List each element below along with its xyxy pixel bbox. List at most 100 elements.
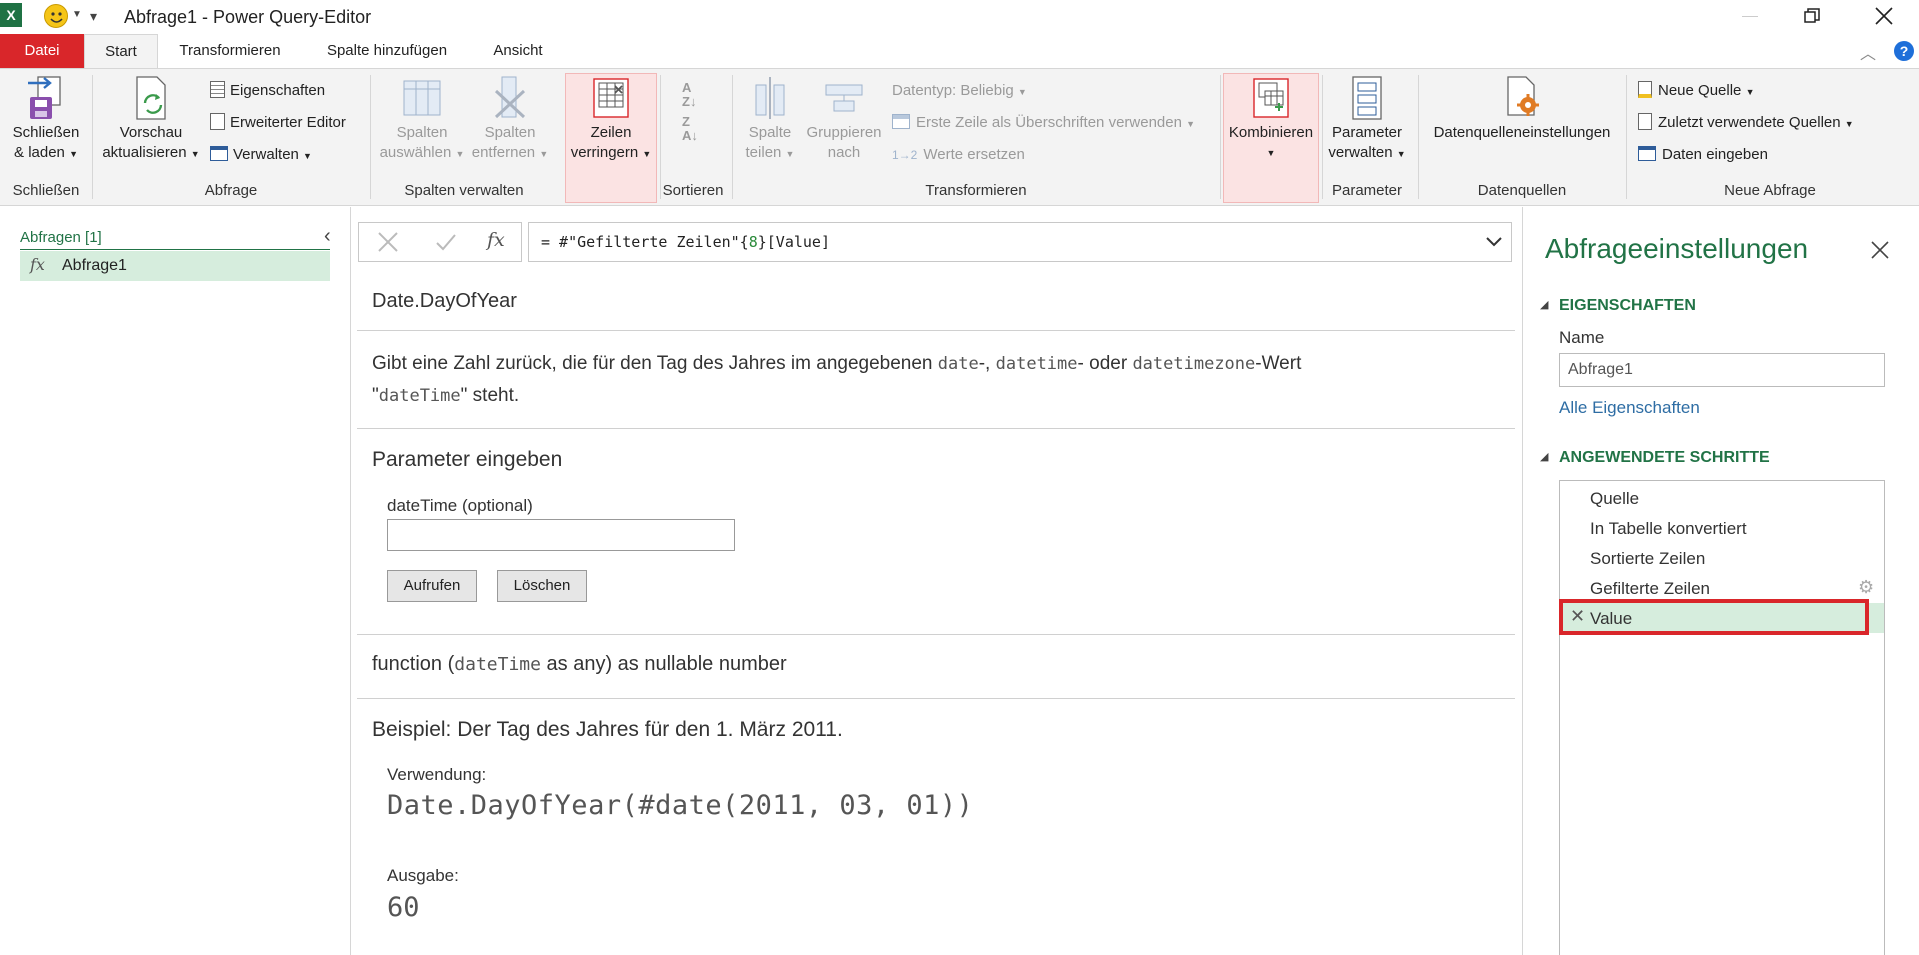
remove-columns-icon [494, 76, 526, 119]
data-type-dropdown[interactable]: Datentyp: Beliebig ▼ [892, 81, 1027, 102]
group-label-close: Schließen [12, 182, 80, 199]
all-properties-link[interactable]: Alle Eigenschaften [1559, 398, 1700, 418]
query-name-input[interactable] [1559, 353, 1885, 387]
help-icon[interactable]: ? [1894, 41, 1914, 61]
refresh-preview-line1: Vorschau [119, 124, 183, 141]
step-item[interactable]: Sortierte Zeilen [1560, 543, 1884, 573]
choose-columns-icon [403, 80, 441, 116]
collapse-ribbon-icon[interactable]: ︿ [1860, 40, 1876, 64]
recent-sources-icon [1638, 113, 1652, 130]
fx-insert-icon[interactable]: fx [487, 229, 505, 251]
chevron-down-icon[interactable]: ▼ [72, 9, 82, 20]
title-bar: X ▼ ▾ Abfrage1 - Power Query-Editor [0, 0, 1919, 34]
fx-icon: fx [30, 255, 45, 274]
group-by-line2: nach [827, 144, 861, 161]
remove-columns-line1: Spalten [484, 124, 536, 141]
usage-code: Date.DayOfYear(#date(2011, 03, 01)) [387, 790, 974, 821]
refresh-preview-button[interactable]: Vorschau aktualisieren ▼ [96, 73, 206, 164]
manage-parameters-button[interactable]: Parameter verwalten ▼ [1326, 73, 1408, 164]
invoke-button[interactable]: Aufrufen [387, 570, 477, 602]
combine-icon [1253, 78, 1289, 118]
remove-columns-button[interactable]: Spalten entfernen ▼ [470, 73, 550, 164]
queries-pane: Abfragen [1] ‹ fx Abfrage1 [0, 207, 351, 955]
separator [1418, 75, 1419, 199]
tab-add-column[interactable]: Spalte hinzufügen [312, 34, 462, 68]
step-item[interactable]: In Tabelle konvertiert [1560, 513, 1884, 543]
step-item[interactable]: Quelle [1560, 483, 1884, 513]
reduce-rows-line1: Zeilen [590, 124, 632, 141]
enter-data-button[interactable]: Daten eingeben [1638, 145, 1768, 165]
combine-button[interactable]: Kombinieren ▼ [1223, 75, 1319, 163]
cancel-formula-icon[interactable] [377, 231, 399, 257]
expand-formula-icon[interactable] [1485, 223, 1503, 275]
group-by-icon [825, 84, 863, 112]
quick-access-dropdown[interactable]: ▾ [90, 8, 97, 25]
step-label: Sortierte Zeilen [1590, 549, 1706, 568]
minimize-icon[interactable] [1742, 16, 1758, 17]
first-row-headers-button[interactable]: Erste Zeile als Überschriften verwenden … [892, 113, 1195, 134]
tab-view[interactable]: Ansicht [478, 34, 558, 68]
close-window-icon[interactable] [1875, 7, 1893, 25]
manage-button[interactable]: Verwalten ▼ [210, 145, 312, 166]
group-label-manage-columns: Spalten verwalten [404, 182, 524, 199]
steps-collapse-icon[interactable]: ◢ [1540, 450, 1548, 463]
smiley-feedback-icon[interactable] [44, 4, 68, 28]
confirm-formula-icon[interactable] [435, 231, 457, 257]
settings-title: Abfrageeinstellungen [1545, 233, 1809, 264]
replace-values-button[interactable]: 1→2 Werte ersetzen [892, 145, 1025, 165]
group-label-transform: Transformieren [925, 182, 1027, 199]
close-load-button[interactable]: Schließen & laden ▼ [6, 73, 86, 164]
close-load-line2: & laden ▼ [14, 144, 78, 161]
formula-suffix: }[Value] [757, 233, 830, 251]
separator [1322, 75, 1323, 199]
refresh-preview-line2: aktualisieren ▼ [102, 144, 200, 161]
datasource-settings-label: Datenquelleneinstellungen [1433, 124, 1611, 141]
sort-descending-icon: Z A↓ [682, 114, 698, 143]
combine-line1: Kombinieren [1228, 124, 1314, 141]
choose-columns-button[interactable]: Spalten auswählen ▼ [374, 73, 470, 164]
refresh-preview-icon [136, 76, 166, 120]
query-item-label: Abfrage1 [62, 257, 127, 274]
function-name: Date.DayOfYear [372, 290, 517, 312]
reduce-rows-button[interactable]: Zeilen verringern ▼ [565, 75, 657, 164]
function-description: Gibt eine Zahl zurück, die für den Tag d… [372, 353, 1302, 406]
split-column-button[interactable]: Spalte teilen ▼ [736, 73, 804, 164]
clear-button[interactable]: Löschen [497, 570, 587, 602]
window-title: Abfrage1 - Power Query-Editor [124, 7, 372, 27]
manage-table-icon [210, 146, 228, 161]
advanced-editor-button[interactable]: Erweiterter Editor [210, 113, 346, 133]
close-load-line1: Schließen [12, 124, 80, 141]
advanced-editor-icon [210, 113, 225, 130]
sort-ascending-button[interactable]: A Z↓ [682, 81, 696, 109]
properties-button[interactable]: Eigenschaften [210, 81, 325, 101]
new-source-button[interactable]: Neue Quelle ▼ [1638, 81, 1754, 102]
split-column-line1: Spalte [748, 124, 792, 141]
datasource-settings-button[interactable]: Datenquelleneinstellungen [1422, 73, 1622, 143]
sort-descending-button[interactable]: Z A↓ [682, 115, 698, 143]
properties-collapse-icon[interactable]: ◢ [1540, 298, 1548, 311]
queries-header: Abfragen [1] [20, 229, 102, 246]
tab-file[interactable]: Datei [0, 34, 84, 68]
ribbon-tabs: Datei Start Transformieren Spalte hinzuf… [0, 34, 1919, 68]
close-settings-icon[interactable] [1871, 241, 1889, 263]
manage-parameters-line2: verwalten ▼ [1328, 144, 1406, 161]
group-label-datasources: Datenquellen [1477, 182, 1567, 199]
tab-transform[interactable]: Transformieren [165, 34, 295, 68]
collapse-pane-icon[interactable]: ‹ [324, 225, 331, 248]
group-label-sort: Sortieren [662, 182, 724, 199]
group-by-button[interactable]: Gruppieren nach [800, 73, 888, 163]
group-by-line1: Gruppieren [806, 124, 882, 141]
datetime-param-input[interactable] [387, 519, 735, 551]
divider [357, 428, 1515, 429]
formula-prefix: = #"Gefilterte Zeilen"{ [541, 233, 749, 251]
formula-input[interactable]: = #"Gefilterte Zeilen"{8}[Value] [528, 222, 1512, 262]
restore-icon[interactable] [1804, 8, 1820, 24]
separator [370, 75, 371, 199]
group-label-parameters: Parameter [1331, 182, 1403, 199]
new-source-icon [1638, 81, 1652, 98]
query-item-abfrage1[interactable]: fx Abfrage1 [20, 251, 330, 281]
step-settings-gear-icon[interactable]: ⚙ [1858, 577, 1874, 598]
tab-start[interactable]: Start [84, 34, 158, 68]
name-label: Name [1559, 328, 1605, 347]
recent-sources-button[interactable]: Zuletzt verwendete Quellen ▼ [1638, 113, 1854, 134]
